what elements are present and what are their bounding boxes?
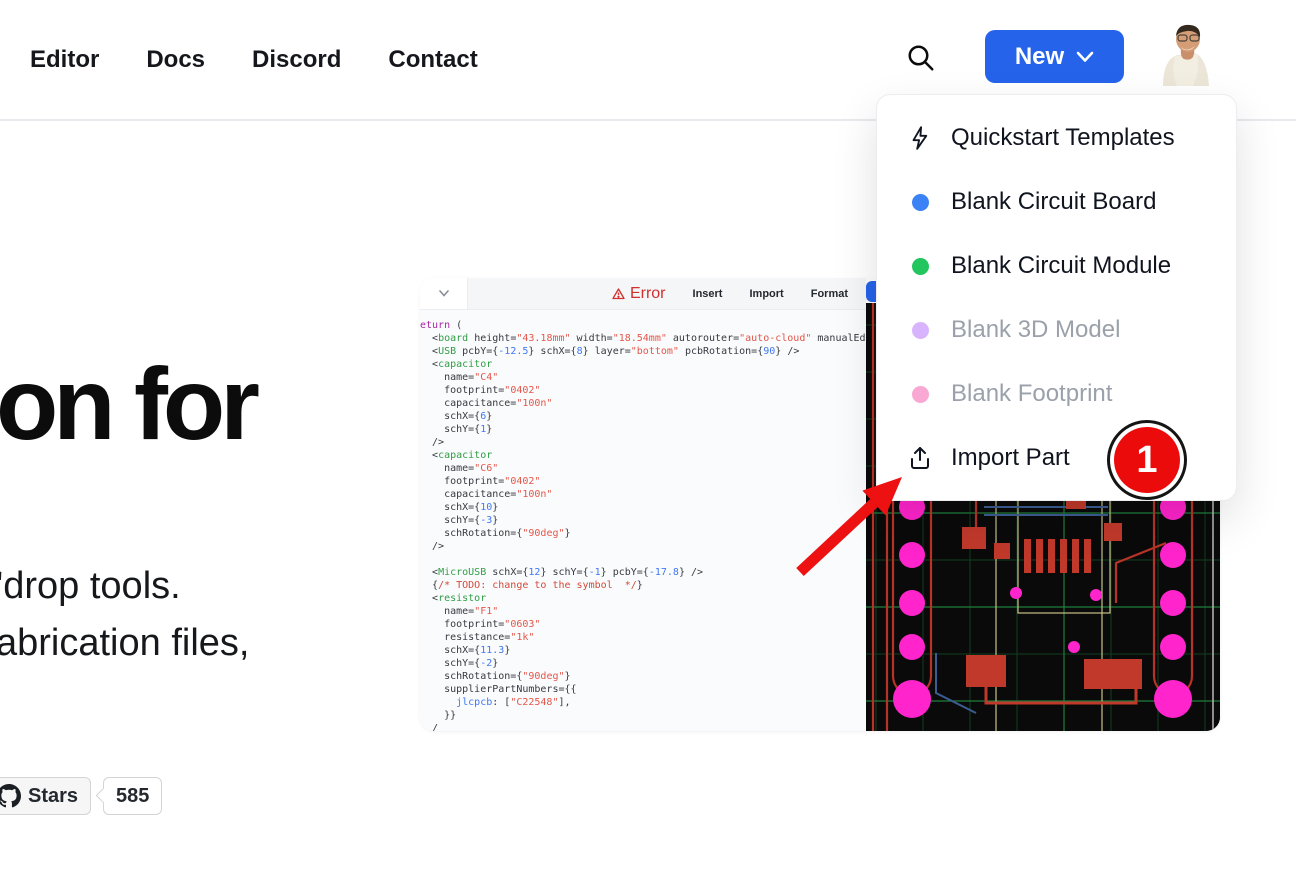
chevron-down-small-icon (439, 290, 449, 297)
code-line: footprint="0402" (420, 475, 866, 488)
toolbar-import-button[interactable]: Import (749, 288, 783, 300)
code-line: <capacitor (420, 449, 866, 462)
new-button-label: New (1015, 43, 1064, 71)
github-stars-widget: Stars 585 (0, 777, 162, 815)
code-line: capacitance="100n" (420, 488, 866, 501)
hero-heading-fragment: on for (0, 346, 255, 463)
code-line: schY={1} (420, 423, 866, 436)
nav-links: Editor Docs Discord Contact (30, 0, 478, 119)
code-line: name="C6" (420, 462, 866, 475)
code-line: <USB pcbY={-12.5} schX={8} layer="bottom… (420, 345, 866, 358)
code-line: name="C4" (420, 371, 866, 384)
code-line: <MicroUSB schX={12} schY={-1} pcbY={-17.… (420, 566, 866, 579)
code-editor-toolbar: Error Insert Import Format (420, 278, 866, 310)
nav-link-editor[interactable]: Editor (30, 46, 99, 74)
warning-triangle-icon (612, 288, 625, 300)
menu-item-blank-footprint[interactable]: Blank Footprint (877, 362, 1236, 426)
menu-item-blank-circuit-board[interactable]: Blank Circuit Board (877, 170, 1236, 234)
blue-dot-icon (912, 194, 929, 211)
code-editor-panel: Error Insert Import Format eturn ( <boar… (420, 278, 866, 731)
github-star-count[interactable]: 585 (103, 777, 162, 815)
search-icon[interactable] (903, 40, 939, 76)
upload-icon (907, 445, 933, 471)
pink-dot-icon (912, 386, 929, 403)
code-line: capacitance="100n" (420, 397, 866, 410)
error-label: Error (630, 285, 666, 303)
code-line: }} (420, 709, 866, 722)
menu-item-import-part[interactable]: Import Part (877, 426, 1236, 490)
lightning-icon (907, 125, 933, 151)
purple-dot-icon (912, 322, 929, 339)
code-line: / (420, 722, 866, 731)
code-line: schY={-3} (420, 514, 866, 527)
code-line: schX={6} (420, 410, 866, 423)
code-line: resistance="1k" (420, 631, 866, 644)
code-line: schX={11.3} (420, 644, 866, 657)
code-line: schY={-2} (420, 657, 866, 670)
new-button[interactable]: New (985, 30, 1124, 83)
toolbar-format-button[interactable]: Format (811, 288, 848, 300)
code-line: {/* TODO: change to the symbol */} (420, 579, 866, 592)
code-line: eturn ( (420, 319, 866, 332)
green-dot-icon (912, 258, 929, 275)
hero-paragraph-line-1: 'drop tools. (0, 558, 249, 615)
code-line: schX={10} (420, 501, 866, 514)
code-line: <capacitor (420, 358, 866, 371)
code-line (420, 553, 866, 566)
toolbar-insert-button[interactable]: Insert (693, 288, 723, 300)
editor-collapse-tab[interactable] (420, 278, 468, 309)
github-stars-label: Stars (28, 785, 78, 808)
nav-link-docs[interactable]: Docs (146, 46, 205, 74)
github-stars-button[interactable]: Stars (0, 777, 91, 815)
error-indicator[interactable]: Error (612, 285, 666, 303)
code-line: /> (420, 540, 866, 553)
hero-paragraph-line-2: abrication files, (0, 615, 249, 672)
nav-link-contact[interactable]: Contact (388, 46, 477, 74)
nav-link-discord[interactable]: Discord (252, 46, 341, 74)
hero-paragraph: 'drop tools. abrication files, (0, 558, 249, 672)
code-line: <board height="43.18mm" width="18.54mm" … (420, 332, 866, 345)
code-line: schRotation={"90deg"} (420, 527, 866, 540)
new-dropdown-menu: Quickstart Templates Blank Circuit Board… (876, 94, 1237, 501)
code-line: name="F1" (420, 605, 866, 618)
code-line: jlcpcb: ["C22548"], (420, 696, 866, 709)
code-line: footprint="0402" (420, 384, 866, 397)
menu-item-blank-3d-model[interactable]: Blank 3D Model (877, 298, 1236, 362)
code-line: /> (420, 436, 866, 449)
code-line: schRotation={"90deg"} (420, 670, 866, 683)
avatar[interactable] (1157, 20, 1215, 86)
chevron-down-icon (1076, 51, 1094, 63)
menu-item-quickstart-templates[interactable]: Quickstart Templates (877, 106, 1236, 170)
code-editor-content[interactable]: eturn ( <board height="43.18mm" width="1… (420, 310, 866, 731)
menu-item-blank-circuit-module[interactable]: Blank Circuit Module (877, 234, 1236, 298)
github-icon (0, 784, 21, 808)
code-line: footprint="0603" (420, 618, 866, 631)
code-line: supplierPartNumbers={{ (420, 683, 866, 696)
code-line: <resistor (420, 592, 866, 605)
annotation-badge-1: 1 (1114, 427, 1180, 493)
